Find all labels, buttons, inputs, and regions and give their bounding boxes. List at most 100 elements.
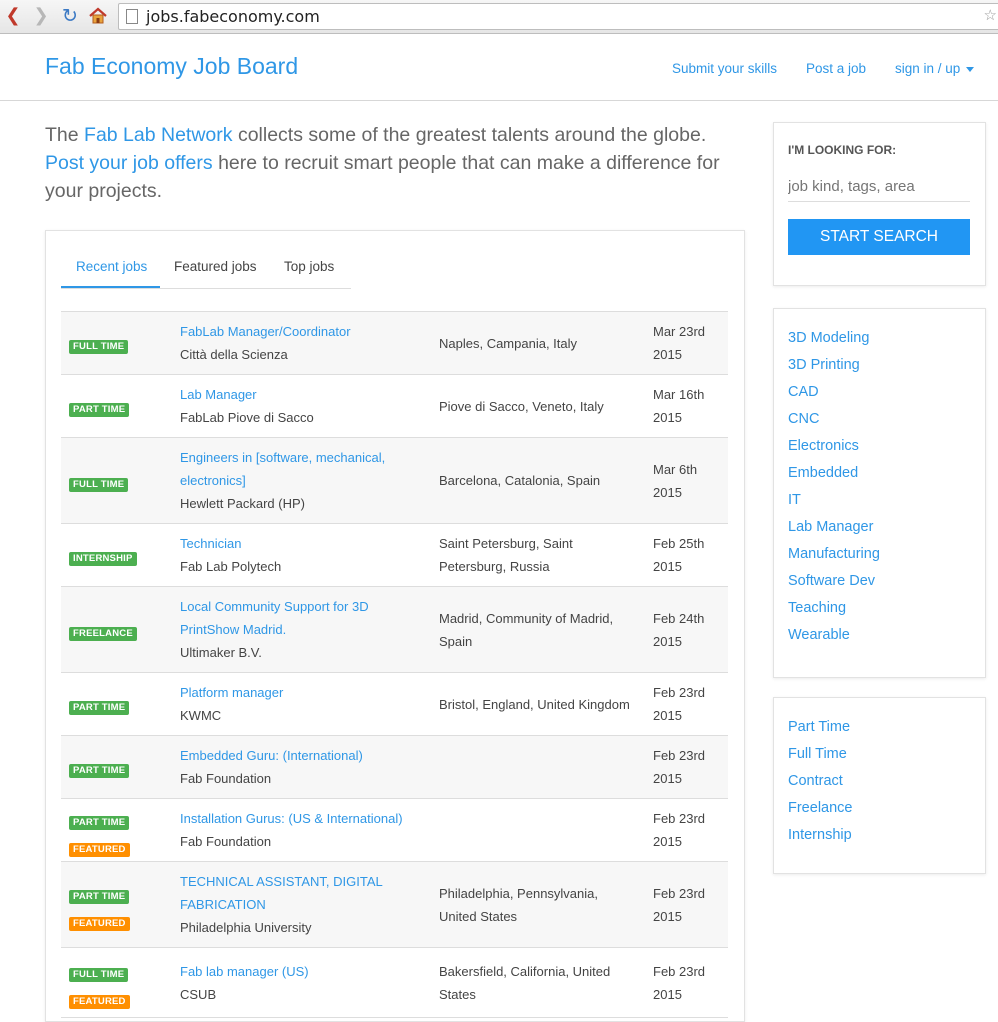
tag-link[interactable]: CNC (788, 406, 880, 433)
reload-icon[interactable]: ↻ (60, 6, 80, 26)
job-row[interactable]: PART TIME FEATURED Installation Gurus: (US… (61, 799, 728, 862)
job-type-badge: PART TIME (69, 764, 130, 778)
intro-text-part: The (45, 124, 85, 146)
job-location: Bristol, England, United Kingdom (439, 697, 630, 712)
job-title-cell: Engineers in [software, mechanical, elec… (180, 446, 420, 515)
job-type-list: Part Time Full Time Contract Freelance Inter… (788, 714, 852, 849)
job-type-badge: FREELANCE (69, 627, 137, 641)
job-row[interactable]: PART TIME Platform manager KWMC Bristol, En… (61, 673, 728, 736)
job-row[interactable]: PART TIME FEATURED TECHNICAL ASSISTANT, DI… (61, 862, 728, 948)
tag-link[interactable]: Manufacturing (788, 541, 880, 568)
job-type-link[interactable]: Part Time (788, 714, 852, 741)
intro-text: The Fab Lab Network collects some of the… (45, 121, 745, 205)
bookmark-star-icon[interactable]: ☆ (984, 6, 997, 24)
tag-link[interactable]: Electronics (788, 433, 880, 460)
tag-link[interactable]: CAD (788, 379, 880, 406)
jobs-panel: Recent jobs Featured jobs Top jobs FULL … (45, 230, 745, 1022)
active-tab-indicator (61, 286, 160, 288)
job-row[interactable]: INTERNSHIP Technician Fab Lab Polytech Sain… (61, 524, 728, 587)
page-icon (126, 9, 138, 24)
job-row[interactable]: PART TIME Lab Manager FabLab Piove di Sacc… (61, 375, 728, 438)
forward-icon[interactable]: ❯ (31, 6, 51, 26)
tag-link[interactable]: Teaching (788, 595, 880, 622)
post-job-link[interactable]: Post a job (806, 61, 866, 76)
tag-link[interactable]: Embedded (788, 460, 880, 487)
job-title-link[interactable]: Installation Gurus: (US & International) (180, 811, 403, 826)
job-company: Città della Scienza (180, 347, 288, 362)
job-title-cell: Embedded Guru: (International) Fab Founda… (180, 744, 420, 790)
job-title-link[interactable]: FabLab Manager/Coordinator (180, 324, 351, 339)
job-type-badge: PART TIME (69, 403, 130, 417)
job-title-link[interactable]: Engineers in [software, mechanical, elec… (180, 450, 385, 488)
tab-top-jobs[interactable]: Top jobs (284, 259, 334, 274)
tag-link[interactable]: IT (788, 487, 880, 514)
job-type-badge: INTERNSHIP (69, 552, 137, 566)
job-type-link[interactable]: Full Time (788, 741, 852, 768)
job-date: Mar 23rd 2015 (653, 324, 706, 362)
job-type-link[interactable]: Contract (788, 768, 852, 795)
address-bar[interactable]: jobs.fabeconomy.com ☆ (118, 3, 998, 30)
job-type-badge: FULL TIME (69, 340, 129, 354)
job-title-cell: Local Community Support for 3D PrintShow… (180, 595, 420, 664)
job-row[interactable]: FREELANCE Local Community Support for 3D … (61, 587, 728, 673)
job-title-link[interactable]: Platform manager (180, 685, 283, 700)
job-title-link[interactable]: TECHNICAL ASSISTANT, DIGITAL FABRICATION (180, 874, 382, 912)
job-date: Mar 6th 2015 (653, 462, 698, 500)
intro-text-part: collects some of the greatest talents ar… (232, 124, 707, 146)
sign-in-label: sign in / up (895, 61, 961, 76)
job-title-link[interactable]: Fab lab manager (US) (180, 964, 309, 979)
job-title-cell: Fab lab manager (US) CSUB (180, 960, 420, 1006)
job-title-link[interactable]: Technician (180, 536, 241, 551)
job-location: Bakersfield, California, United States (439, 964, 611, 1002)
tag-link[interactable]: 3D Printing (788, 352, 880, 379)
job-company: Fab Foundation (180, 771, 272, 786)
job-date: Feb 24th 2015 (653, 611, 705, 649)
job-row[interactable]: PART TIME Embedded Guru: (International) F… (61, 736, 728, 799)
jobs-table: FULL TIME FabLab Manager/Coordinator Città… (61, 311, 728, 1018)
job-location: Barcelona, Catalonia, Spain (439, 473, 601, 488)
job-location: Saint Petersburg, Saint Petersburg, Russ… (439, 536, 573, 574)
job-title-cell: Platform manager KWMC (180, 681, 420, 727)
tag-link[interactable]: Wearable (788, 622, 880, 649)
job-type-link[interactable]: Internship (788, 822, 852, 849)
job-badges: FREELANCE (69, 623, 137, 641)
job-type-link[interactable]: Freelance (788, 795, 852, 822)
start-search-button[interactable]: START SEARCH (788, 219, 970, 255)
job-row[interactable]: FULL TIME Engineers in [software, mechani… (61, 438, 728, 524)
job-row[interactable]: FULL TIME FEATURED Fab lab manager (US) CSU… (61, 948, 728, 1018)
tag-link[interactable]: Lab Manager (788, 514, 880, 541)
tag-link[interactable]: 3D Modeling (788, 325, 880, 352)
job-type-badge: PART TIME (69, 816, 130, 830)
job-company: Fab Lab Polytech (180, 559, 282, 574)
caret-down-icon (966, 66, 975, 72)
job-company: Hewlett Packard (HP) (180, 496, 305, 511)
job-types-card: Part Time Full Time Contract Freelance Inter… (773, 697, 986, 874)
home-icon[interactable] (88, 6, 108, 26)
job-location: Naples, Campania, Italy (439, 336, 578, 351)
job-type-badge: PART TIME (69, 701, 130, 715)
tab-featured-jobs[interactable]: Featured jobs (174, 259, 257, 274)
post-job-offers-link[interactable]: Post your job offers (45, 152, 213, 174)
submit-skills-link[interactable]: Submit your skills (672, 61, 777, 76)
brand-logo[interactable]: Fab Economy Job Board (45, 53, 298, 80)
job-title-link[interactable]: Local Community Support for 3D PrintShow… (180, 599, 369, 637)
job-row[interactable]: FULL TIME FabLab Manager/Coordinator Città… (61, 312, 728, 375)
site-header: Fab Economy Job Board Submit your skills… (0, 34, 998, 101)
job-badges: FULL TIME (69, 474, 129, 492)
job-title-link[interactable]: Lab Manager (180, 387, 257, 402)
tags-card: 3D Modeling 3D Printing CAD CNC Electronics E… (773, 308, 986, 678)
job-date: Feb 25th 2015 (653, 536, 705, 574)
tag-link[interactable]: Software Dev (788, 568, 880, 595)
job-company: Ultimaker B.V. (180, 645, 262, 660)
tab-recent-jobs[interactable]: Recent jobs (76, 259, 147, 274)
job-title-cell: FabLab Manager/Coordinator Città della Sc… (180, 320, 420, 366)
url-text[interactable]: jobs.fabeconomy.com (146, 7, 320, 26)
job-badges: PART TIME FEATURED (69, 886, 130, 931)
job-title-link[interactable]: Embedded Guru: (International) (180, 748, 363, 763)
search-input[interactable] (788, 171, 970, 202)
fab-lab-network-link[interactable]: Fab Lab Network (84, 124, 233, 146)
job-company: Fab Foundation (180, 834, 272, 849)
job-date: Feb 23rd 2015 (653, 748, 706, 786)
sign-in-dropdown[interactable]: sign in / up (895, 61, 975, 76)
back-icon[interactable]: ❮ (3, 6, 23, 26)
